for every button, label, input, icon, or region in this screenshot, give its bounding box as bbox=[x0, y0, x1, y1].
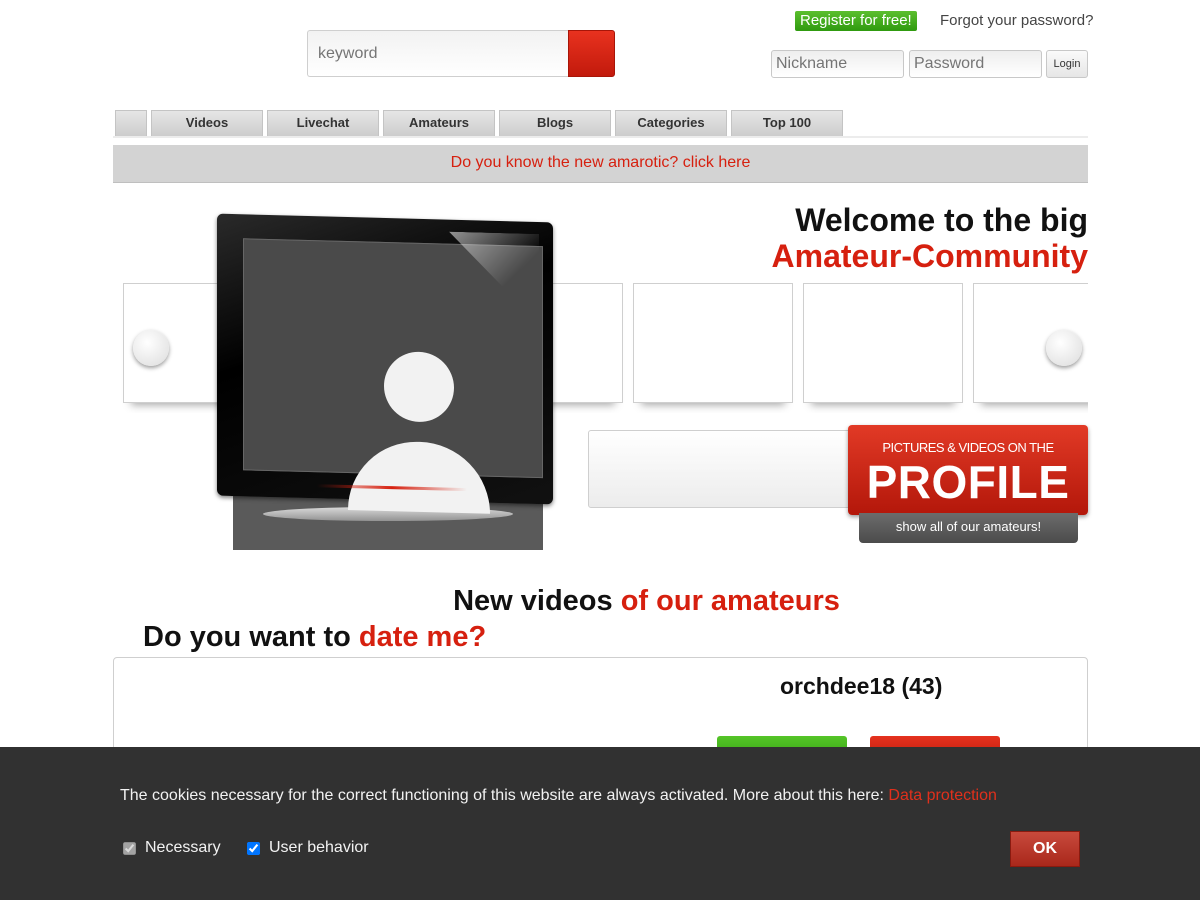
show-all-amateurs-button[interactable]: show all of our amateurs! bbox=[859, 513, 1078, 543]
tab-videos[interactable]: Videos bbox=[151, 110, 263, 136]
date-heading: Do you want to date me? bbox=[143, 621, 486, 654]
profile-badge-title: PROFILE bbox=[866, 456, 1070, 508]
promo-box bbox=[588, 430, 858, 508]
search-button[interactable] bbox=[568, 30, 615, 77]
date-profile-name[interactable]: orchdee18 (43) bbox=[780, 673, 942, 700]
search-box bbox=[307, 30, 615, 77]
cookie-ok-button[interactable]: OK bbox=[1010, 831, 1080, 867]
heading-highlight: date me? bbox=[358, 621, 487, 653]
welcome-subtitle: Amateur-Community bbox=[771, 238, 1088, 274]
heading-part: New videos bbox=[453, 585, 621, 617]
new-videos-heading: New videos of our amateurs bbox=[0, 585, 1200, 618]
forgot-password-link[interactable]: Forgot your password? bbox=[940, 12, 1093, 29]
tab-categories[interactable]: Categories bbox=[615, 110, 727, 136]
user-behavior-checkbox[interactable] bbox=[247, 841, 260, 855]
heading-highlight: of our amateurs bbox=[620, 585, 840, 617]
page: Register for free! Forgot your password?… bbox=[0, 0, 1200, 900]
nickname-input[interactable] bbox=[771, 50, 904, 78]
notice-banner[interactable]: Do you know the new amarotic? click here bbox=[113, 145, 1088, 183]
search-input[interactable] bbox=[307, 30, 569, 77]
carousel-thumb[interactable] bbox=[633, 283, 793, 403]
profile-badge[interactable]: PICTURES & VIDEOS ON THE PROFILE bbox=[848, 425, 1088, 515]
password-input[interactable] bbox=[909, 50, 1042, 78]
nav-underline bbox=[113, 136, 1088, 138]
heading-part: Do you want to bbox=[143, 621, 359, 653]
carousel-prev-arrow-icon[interactable] bbox=[133, 330, 169, 366]
carousel-next-arrow-icon[interactable] bbox=[1046, 330, 1082, 366]
cookie-message: The cookies necessary for the correct fu… bbox=[120, 787, 889, 804]
avatar-body-icon bbox=[348, 440, 490, 514]
profile-badge-caption: PICTURES & VIDEOS ON THE bbox=[882, 440, 1054, 455]
welcome-title: Welcome to the big bbox=[795, 202, 1088, 238]
necessary-label: Necessary bbox=[145, 839, 221, 856]
login-button[interactable]: Login bbox=[1046, 50, 1088, 78]
tab-top-100[interactable]: Top 100 bbox=[731, 110, 843, 136]
tab-amateurs[interactable]: Amateurs bbox=[383, 110, 495, 136]
tab-livechat[interactable]: Livechat bbox=[267, 110, 379, 136]
carousel-thumb[interactable] bbox=[803, 283, 963, 403]
cookie-consent-bar: The cookies necessary for the correct fu… bbox=[0, 747, 1200, 900]
avatar-placeholder-icon bbox=[384, 350, 454, 423]
necessary-checkbox[interactable] bbox=[123, 841, 136, 855]
necessary-option: Necessary bbox=[123, 839, 221, 857]
tv-frame bbox=[217, 213, 553, 514]
tab-home[interactable] bbox=[115, 110, 147, 136]
user-behavior-option: User behavior bbox=[247, 839, 369, 857]
user-behavior-label: User behavior bbox=[269, 839, 369, 856]
register-button[interactable]: Register for free! bbox=[795, 11, 917, 31]
data-protection-link[interactable]: Data protection bbox=[888, 787, 997, 804]
tv-illustration bbox=[213, 213, 558, 550]
cookie-text: The cookies necessary for the correct fu… bbox=[120, 787, 997, 805]
tab-blogs[interactable]: Blogs bbox=[499, 110, 611, 136]
